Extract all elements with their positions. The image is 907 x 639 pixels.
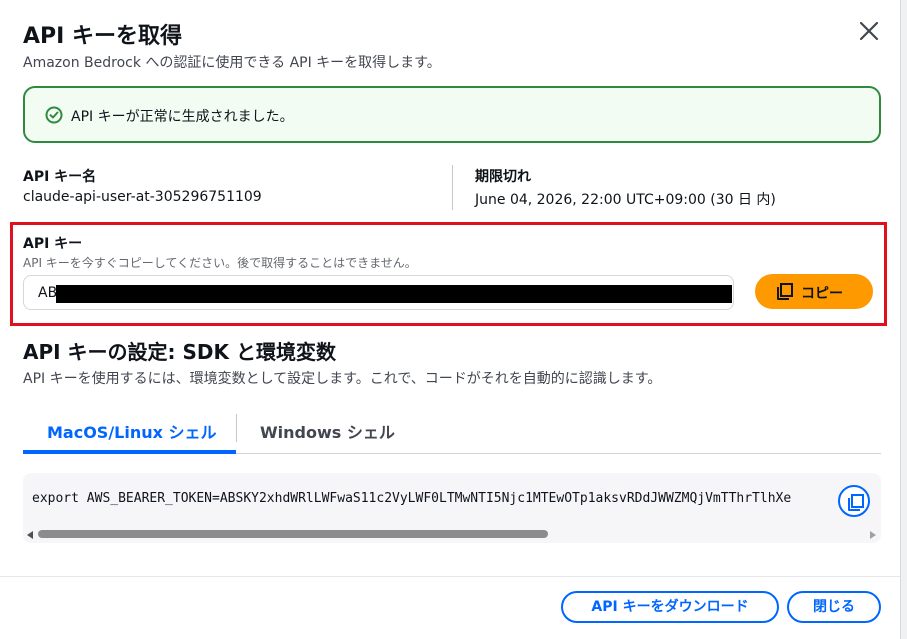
close-icon[interactable] [855,17,883,45]
expiry-label: 期限切れ [475,169,531,185]
setup-section-title: API キーの設定: SDK と環境変数 [23,340,336,364]
check-circle-icon [45,106,63,124]
copy-icon [848,494,864,511]
tab-macos-linux-shell[interactable]: MacOS/Linux シェル [23,410,236,454]
api-key-name-label: API キー名 [23,169,97,185]
page-scrollbar-track [900,0,907,639]
get-api-key-dialog: API キーを取得 Amazon Bedrock への認証に使用できる API … [0,0,907,639]
setup-section-description: API キーを使用するには、環境変数として設定します。これで、コードがそれを自動… [23,371,662,387]
tab-macos-linux-label: MacOS/Linux シェル [47,423,217,442]
code-snippet-box: export AWS_BEARER_TOKEN=ABSKY2xhdWRlLWFw… [23,473,881,543]
dialog-subtitle: Amazon Bedrock への認証に使用できる API キーを取得します。 [23,55,441,71]
api-key-redaction [56,285,732,303]
api-key-field[interactable]: AB [23,275,734,310]
api-key-highlight-box [10,222,887,326]
code-snippet[interactable]: export AWS_BEARER_TOKEN=ABSKY2xhdWRlLWFw… [32,491,872,506]
success-message: API キーが正常に生成されました。 [71,109,294,125]
code-copy-button[interactable] [838,485,870,517]
details-divider [452,165,453,210]
expiry-value: June 04, 2026, 22:00 UTC+09:00 (30 日 内) [475,192,776,208]
scroll-left-arrow-icon[interactable] [27,531,33,539]
horizontal-scrollbar[interactable] [23,529,881,541]
tab-windows-label: Windows シェル [260,423,395,442]
api-key-label: API キー [23,236,83,252]
copy-button-label: コピー [801,286,843,302]
dialog-title: API キーを取得 [23,24,182,49]
api-key-description: API キーを今すぐコピーしてください。後で取得することはできません。 [23,256,417,270]
copy-button[interactable]: コピー [755,274,873,309]
scroll-right-arrow-icon[interactable] [870,531,876,539]
tab-windows-shell[interactable]: Windows シェル [237,410,417,454]
api-key-value-prefix: AB [38,285,58,301]
scroll-thumb[interactable] [38,530,548,538]
download-api-key-button[interactable]: API キーをダウンロード [561,591,779,623]
api-key-name-value: claude-api-user-at-305296751109 [23,189,262,205]
shell-tabs: MacOS/Linux シェル Windows シェル [23,410,881,454]
success-alert: API キーが正常に生成されました。 [23,86,881,143]
close-button[interactable]: 閉じる [787,591,881,623]
copy-icon [775,282,795,302]
footer-divider [0,576,900,577]
